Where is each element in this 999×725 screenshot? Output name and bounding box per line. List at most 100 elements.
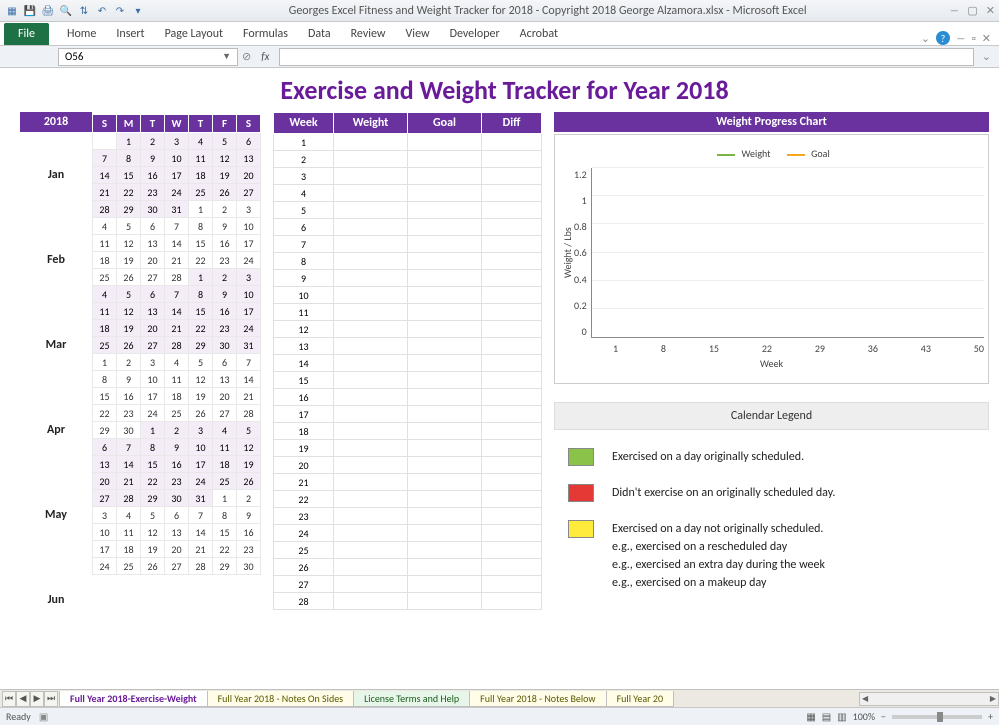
week-cell[interactable] — [334, 287, 408, 304]
sheet-tab[interactable]: Full Year 20 — [606, 691, 675, 707]
view-normal-icon[interactable]: ▦ — [806, 710, 815, 723]
calendar-cell[interactable]: 15 — [213, 524, 237, 541]
week-table[interactable]: Week Weight Goal Diff 123456789101112131… — [273, 112, 542, 610]
calendar-cell[interactable]: 17 — [93, 541, 117, 558]
week-cell[interactable] — [334, 236, 408, 253]
week-cell[interactable] — [408, 185, 482, 202]
calendar-cell[interactable]: 29 — [117, 201, 141, 218]
week-cell[interactable] — [482, 321, 542, 338]
week-number[interactable]: 14 — [274, 355, 334, 372]
week-cell[interactable] — [482, 219, 542, 236]
calendar-cell[interactable]: 11 — [117, 524, 141, 541]
find-icon[interactable]: 🔍 — [58, 3, 74, 19]
window-restore-icon[interactable]: ▫ — [972, 32, 976, 45]
namebox-dropdown-icon[interactable]: ▼ — [222, 51, 231, 62]
calendar-cell[interactable]: 30 — [165, 490, 189, 507]
horizontal-scrollbar[interactable]: ◀▶ — [859, 692, 999, 706]
calendar-cell[interactable]: 13 — [141, 303, 165, 320]
calendar-cell[interactable]: 2 — [213, 201, 237, 218]
insert-function-icon[interactable]: ⊘ — [242, 50, 251, 63]
calendar-cell[interactable]: 10 — [189, 439, 213, 456]
calendar-cell[interactable]: 4 — [93, 286, 117, 303]
calendar-cell[interactable]: 24 — [237, 320, 261, 337]
tab-next-icon[interactable]: ▶ — [30, 691, 44, 707]
week-cell[interactable] — [408, 593, 482, 610]
calendar-cell[interactable]: 3 — [93, 507, 117, 524]
calendar-cell[interactable]: 28 — [117, 490, 141, 507]
calendar-cell[interactable]: 22 — [213, 541, 237, 558]
calendar-cell[interactable]: 20 — [165, 541, 189, 558]
calendar-cell[interactable]: 26 — [117, 269, 141, 286]
calendar-cell[interactable]: 8 — [93, 371, 117, 388]
calendar-cell[interactable]: 9 — [213, 218, 237, 235]
macro-record-icon[interactable]: ▣ — [39, 710, 48, 723]
calendar-cell[interactable]: 6 — [93, 439, 117, 456]
week-cell[interactable] — [334, 440, 408, 457]
calendar-cell[interactable]: 6 — [213, 354, 237, 371]
week-cell[interactable] — [334, 134, 408, 151]
window-close-icon[interactable]: ✕ — [982, 32, 991, 45]
calendar-cell[interactable]: 25 — [165, 405, 189, 422]
week-cell[interactable] — [482, 134, 542, 151]
calendar-cell[interactable]: 7 — [189, 507, 213, 524]
week-cell[interactable] — [408, 134, 482, 151]
zoom-in-icon[interactable]: + — [988, 710, 993, 723]
week-cell[interactable] — [482, 185, 542, 202]
calendar-cell[interactable]: 18 — [117, 541, 141, 558]
calendar-cell[interactable]: 6 — [237, 133, 261, 150]
tab-prev-icon[interactable]: ◀ — [16, 691, 30, 707]
calendar-cell[interactable]: 21 — [93, 184, 117, 201]
calendar-cell[interactable]: 17 — [237, 235, 261, 252]
week-cell[interactable] — [334, 270, 408, 287]
week-cell[interactable] — [482, 287, 542, 304]
calendar-cell[interactable]: 23 — [213, 320, 237, 337]
week-number[interactable]: 6 — [274, 219, 334, 236]
calendar-cell[interactable]: 1 — [189, 201, 213, 218]
tab-view[interactable]: View — [396, 23, 440, 45]
week-cell[interactable] — [482, 202, 542, 219]
week-number[interactable]: 21 — [274, 474, 334, 491]
week-cell[interactable] — [482, 372, 542, 389]
calendar-cell[interactable]: 7 — [117, 439, 141, 456]
calendar-cell[interactable] — [93, 133, 117, 150]
week-number[interactable]: 2 — [274, 151, 334, 168]
calendar-cell[interactable]: 1 — [141, 422, 165, 439]
calendar-cell[interactable]: 21 — [165, 320, 189, 337]
calendar-cell[interactable]: 10 — [165, 150, 189, 167]
week-cell[interactable] — [408, 236, 482, 253]
calendar-cell[interactable]: 28 — [237, 405, 261, 422]
calendar-cell[interactable]: 1 — [213, 490, 237, 507]
week-cell[interactable] — [482, 491, 542, 508]
calendar-cell[interactable]: 14 — [189, 524, 213, 541]
calendar-cell[interactable]: 21 — [165, 252, 189, 269]
week-cell[interactable] — [482, 304, 542, 321]
calendar-cell[interactable]: 24 — [237, 252, 261, 269]
calendar-cell[interactable]: 10 — [237, 218, 261, 235]
week-cell[interactable] — [408, 202, 482, 219]
week-cell[interactable] — [482, 593, 542, 610]
calendar-cell[interactable]: 15 — [141, 456, 165, 473]
calendar-cell[interactable]: 8 — [213, 507, 237, 524]
calendar-cell[interactable]: 22 — [189, 320, 213, 337]
week-cell[interactable] — [334, 372, 408, 389]
week-cell[interactable] — [408, 508, 482, 525]
week-cell[interactable] — [482, 270, 542, 287]
week-cell[interactable] — [334, 576, 408, 593]
zoom-slider[interactable] — [892, 715, 982, 719]
week-number[interactable]: 10 — [274, 287, 334, 304]
calendar-cell[interactable]: 26 — [189, 405, 213, 422]
calendar-cell[interactable]: 5 — [213, 133, 237, 150]
calendar-cell[interactable]: 5 — [117, 286, 141, 303]
calendar-cell[interactable]: 12 — [117, 303, 141, 320]
maximize-icon[interactable]: ▢ — [967, 4, 977, 17]
week-cell[interactable] — [334, 559, 408, 576]
calendar-cell[interactable]: 22 — [141, 473, 165, 490]
worksheet-area[interactable]: Exercise and Weight Tracker for Year 201… — [0, 68, 999, 689]
calendar-cell[interactable]: 27 — [141, 269, 165, 286]
calendar-cell[interactable]: 16 — [165, 456, 189, 473]
calendar-cell[interactable]: 9 — [165, 439, 189, 456]
calendar-cell[interactable]: 10 — [237, 286, 261, 303]
week-cell[interactable] — [408, 491, 482, 508]
week-cell[interactable] — [408, 542, 482, 559]
formula-expand-icon[interactable]: ⌄ — [978, 50, 995, 63]
